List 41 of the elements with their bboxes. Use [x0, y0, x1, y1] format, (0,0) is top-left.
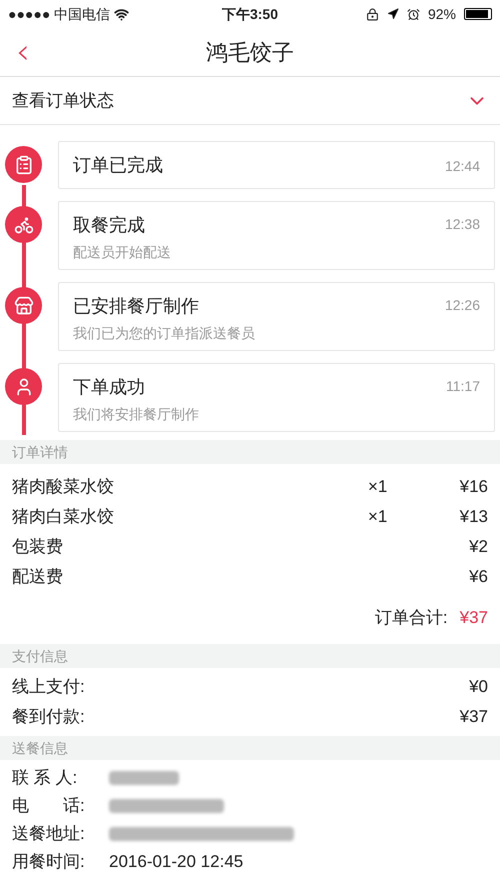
item-price: ¥13 [458, 506, 488, 528]
item-name: 猪肉酸菜水饺 [12, 476, 115, 498]
item-price: ¥16 [458, 476, 488, 498]
battery-percent: 92% [428, 4, 456, 24]
item-quantity: ×1 [368, 476, 388, 498]
item-price: ¥2 [468, 536, 488, 558]
status-title: 已安排餐厅制作 [73, 295, 200, 318]
delivery-label: 用餐时间: [12, 851, 86, 874]
status-title: 取餐完成 [73, 214, 146, 237]
total-label: 订单合计: [374, 607, 448, 630]
section-header: 送餐信息 [0, 736, 500, 760]
section-header: 订单详情 [0, 440, 500, 464]
status-title: 下单成功 [73, 376, 146, 399]
item-name: 包装费 [12, 536, 64, 558]
item-name: 猪肉白菜水饺 [12, 506, 115, 528]
delivery-label: 联 系 人: [12, 767, 78, 790]
status-subtitle: 我们已为您的订单指派送餐员 [73, 324, 255, 343]
payment-amount: ¥0 [469, 676, 488, 698]
status-time: 11:17 [446, 377, 480, 396]
order-status-toggle[interactable]: 查看订单状态 [0, 77, 500, 125]
payment-amount: ¥37 [460, 706, 488, 728]
section-header: 支付信息 [0, 644, 500, 668]
item-name: 配送费 [12, 566, 64, 588]
delivery-label: 送餐地址: [12, 823, 86, 846]
delivery-value: 2016-01-20 12:45 [109, 851, 244, 874]
total-amount: ¥37 [460, 607, 488, 630]
back-button[interactable]: ‹ [0, 35, 46, 69]
status-subtitle: 配送员开始配送 [73, 243, 171, 262]
delivery-label: 电 话: [12, 795, 86, 818]
status-time: 12:26 [444, 296, 480, 315]
status-subtitle: 我们将安排餐厅制作 [73, 405, 199, 424]
payment-label: 线上支付: [12, 676, 85, 698]
status-time: 下午3:50 [222, 4, 278, 24]
payment-label: 餐到付款: [12, 706, 85, 728]
item-quantity: ×1 [368, 506, 388, 528]
page-title: 鸿毛饺子 [206, 38, 294, 66]
carrier-label: ●●●●● 中国电信 [8, 4, 110, 24]
status-time: 12:38 [444, 215, 480, 234]
status-title: 订单已完成 [73, 154, 163, 176]
status-time: 12:44 [444, 156, 480, 176]
item-price: ¥6 [468, 566, 488, 588]
